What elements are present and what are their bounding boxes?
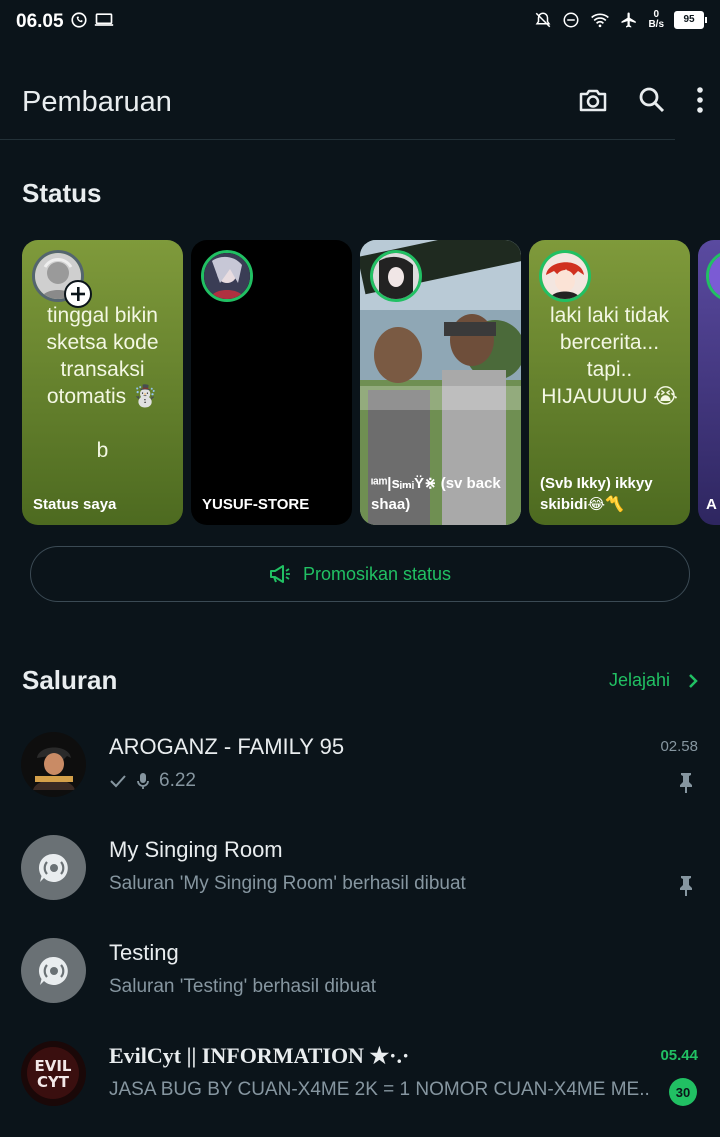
status-text: laki laki tidak bercerita... tapi.. HIJA… (541, 304, 678, 408)
status-card[interactable]: YUSUF-STORE (191, 240, 352, 525)
page-title: Pembaruan (22, 86, 172, 118)
pin-icon (680, 773, 692, 793)
channel-item[interactable]: AROGANZ - FAMILY 95 6.22 02.58 (0, 732, 720, 828)
channel-item[interactable]: Testing Saluran 'Testing' berhasil dibua… (0, 938, 720, 1034)
avatar (706, 250, 720, 302)
clock: 06.05 (16, 11, 64, 32)
channel-time: 02.58 (660, 738, 698, 755)
avatar (370, 250, 422, 302)
avatar: EVIL CYT (21, 1041, 86, 1106)
status-author: Status saya (33, 496, 117, 513)
channel-last-message: 6.22 (159, 770, 196, 791)
explore-label: Jelajahi (608, 670, 670, 690)
status-card[interactable]: ᶦᵃᵐ|sᵢₘᵢŸ⋇ (sv back shaa) (360, 240, 521, 525)
unread-count-badge: 30 (669, 1078, 697, 1106)
channel-last-message: Saluran 'Testing' berhasil dibuat (109, 976, 377, 997)
pin-icon (680, 876, 692, 896)
status-card[interactable]: A W (698, 240, 720, 525)
promote-status-label: Promosikan status (302, 563, 452, 584)
channel-placeholder-icon (38, 956, 68, 985)
megaphone-icon (269, 565, 290, 583)
avatar (539, 250, 591, 302)
status-author: ᶦᵃᵐ|sᵢₘᵢŸ⋇ (sv back shaa) (371, 475, 501, 513)
channel-last-message: JASA BUG BY CUAN-X4ME 2K = 1 NOMOR CUAN-… (109, 1079, 649, 1100)
avatar (21, 732, 86, 797)
status-card-mine[interactable]: tinggal bikin sketsa kode transaksi otom… (22, 240, 183, 525)
channel-name: EvilCyt || INFORMATION ★·.· (109, 1043, 410, 1068)
explore-channels-link[interactable]: Jelajahi (609, 670, 698, 691)
channel-item[interactable]: EVIL CYT EvilCyt || INFORMATION ★·.· JASA… (0, 1041, 720, 1137)
status-carousel[interactable]: tinggal bikin sketsa kode transaksi otom… (22, 240, 720, 526)
channel-name: My Singing Room (109, 837, 283, 862)
camera-icon[interactable] (578, 86, 608, 114)
system-status-bar: 06.05 0 B/s 95 (0, 0, 720, 44)
muted-bell-icon (536, 12, 551, 28)
network-speed: 0 B/s (648, 9, 664, 30)
airplane-mode-icon (621, 12, 637, 28)
chevron-right-icon (689, 673, 698, 688)
promote-status-button[interactable]: Promosikan status (30, 546, 690, 602)
plus-icon (71, 287, 85, 301)
search-icon[interactable] (638, 86, 666, 114)
channel-last-message: Saluran 'My Singing Room' berhasil dibua… (109, 873, 466, 894)
microphone-icon (137, 773, 149, 789)
do-not-disturb-icon (563, 12, 579, 28)
channel-name: Testing (109, 940, 179, 965)
channel-name: AROGANZ - FAMILY 95 (109, 734, 345, 759)
svg-text:CYT: CYT (37, 1073, 70, 1091)
status-card[interactable]: laki laki tidak bercerita... tapi.. HIJA… (529, 240, 690, 525)
status-author: YUSUF-STORE (202, 496, 310, 513)
check-icon (110, 775, 126, 788)
channel-time: 05.44 (660, 1047, 698, 1064)
whatsapp-notification-icon (71, 12, 87, 28)
status-section-title: Status (22, 178, 102, 208)
status-author: (Svb Ikky) ikkyy skibidi😂〽️ (540, 475, 653, 513)
status-author: A W (706, 496, 720, 513)
laptop-icon (94, 13, 114, 26)
wifi-icon (591, 13, 610, 28)
channel-item[interactable]: My Singing Room Saluran 'My Singing Room… (0, 835, 720, 931)
avatar (201, 250, 253, 302)
more-options-icon[interactable] (696, 86, 704, 114)
avatar (21, 938, 86, 1003)
header-divider (0, 139, 675, 140)
avatar (21, 835, 86, 900)
app-header: Pembaruan (0, 62, 720, 140)
status-text: tinggal bikin sketsa kode transaksi otom… (46, 304, 159, 462)
battery-indicator: 95 (674, 11, 707, 29)
channels-section-title: Saluran (22, 665, 118, 695)
channel-placeholder-icon (38, 853, 68, 882)
